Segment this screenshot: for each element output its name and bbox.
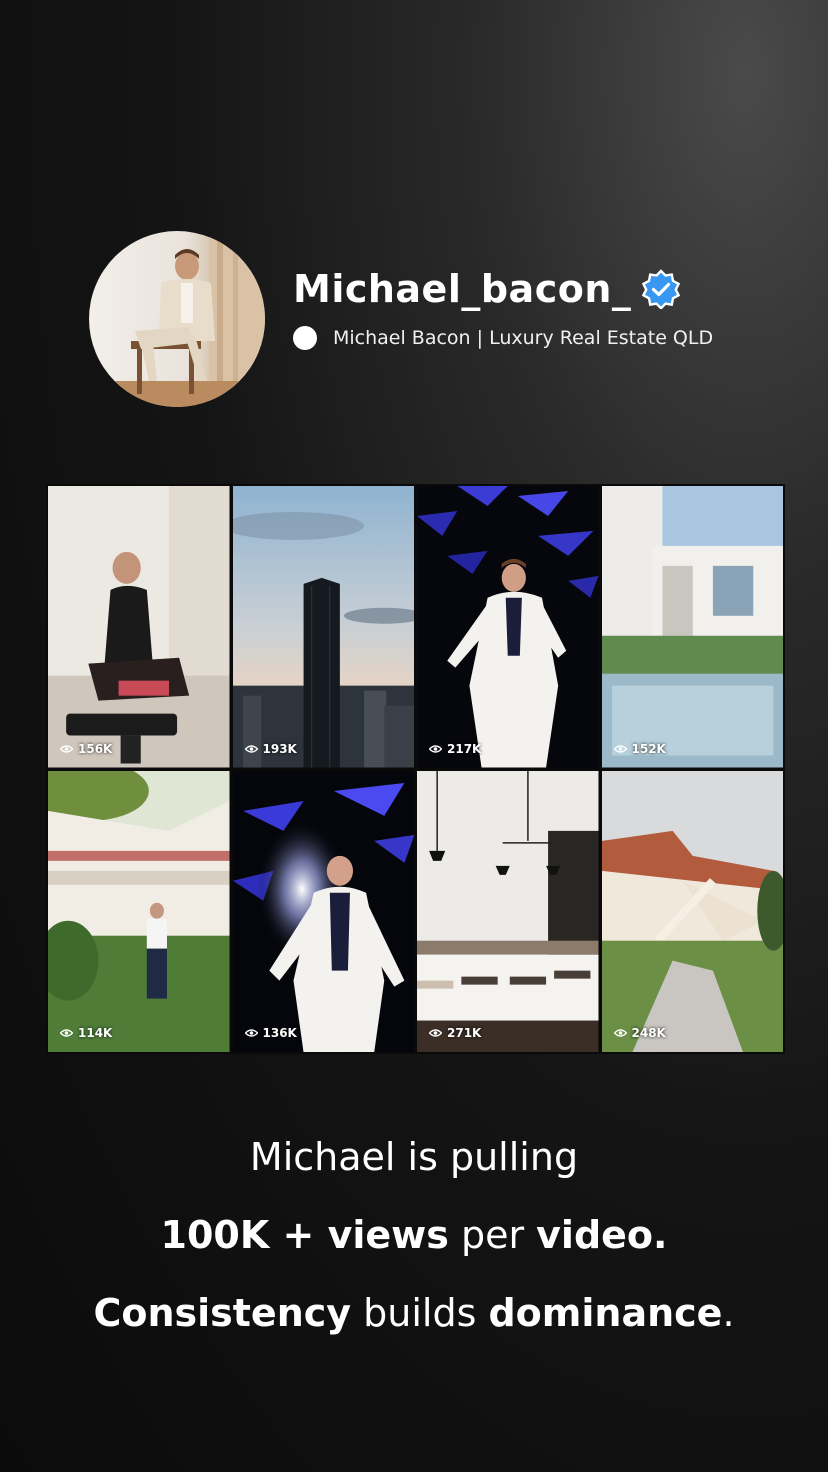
video-thumbnail-7[interactable]: 271K [417,770,599,1052]
view-count: 156K [60,742,112,756]
caption-text: builds [351,1291,489,1335]
eye-icon [244,1029,258,1037]
video-thumbnail-1[interactable]: 156K [48,486,230,768]
username-row: Michael_bacon_ [293,267,681,311]
username[interactable]: Michael_bacon_ [293,267,631,311]
video-thumbnail-5[interactable]: 114K [48,770,230,1052]
video-thumbnail-3[interactable]: 217K [417,486,599,768]
view-count: 248K [613,1026,666,1040]
caption-line-1: Michael is pulling [249,1135,579,1179]
caption-text: per [448,1213,537,1257]
eye-icon [60,744,73,753]
caption-line-3: Consistency builds dominance. [0,1291,828,1335]
eye-icon [613,744,627,753]
view-count: 114K [60,1026,112,1040]
eye-icon [60,1029,73,1037]
view-count: 217K [429,742,481,756]
caption-bold: Consistency [93,1291,352,1335]
eye-icon [429,744,442,753]
view-count-label: 156K [78,741,113,756]
caption-bold: dominance [488,1291,723,1335]
view-count: 152K [613,741,666,756]
view-count-label: 271K [447,1026,482,1040]
caption-bold: 100K + views [160,1213,449,1257]
view-count-label: 248K [631,1026,666,1040]
bio-text: Michael Bacon | Luxury Real Estate QLD [333,327,714,349]
view-count-label: 114K [78,1026,113,1040]
eye-icon [244,744,258,753]
view-count-label: 193K [262,741,297,756]
view-count-label: 136K [262,1026,297,1040]
view-count-label: 217K [447,741,482,756]
avatar[interactable] [89,231,265,407]
view-count: 136K [244,1026,297,1040]
caption-line-2: 100K + views per video. [0,1213,828,1257]
bio-dot-icon [293,326,317,350]
eye-icon [613,1029,627,1037]
caption-text: . [722,1291,735,1335]
view-count-label: 152K [631,741,666,756]
video-grid: 156K 193K 217K 152K 114K 136K 271K 248K [46,484,785,1054]
view-count: 271K [429,1026,481,1040]
video-thumbnail-8[interactable]: 248K [601,770,783,1052]
view-count: 193K [244,741,297,756]
profile-header: Michael_bacon_ Michael Bacon | Luxury Re… [89,231,749,409]
video-thumbnail-2[interactable]: 193K [232,486,414,768]
eye-icon [429,1029,442,1037]
video-thumbnail-6[interactable]: 136K [232,770,414,1052]
caption-bold: video. [536,1213,668,1257]
verified-badge-icon [642,269,681,309]
bio-row: Michael Bacon | Luxury Real Estate QLD [293,326,713,350]
video-thumbnail-4[interactable]: 152K [601,486,783,768]
